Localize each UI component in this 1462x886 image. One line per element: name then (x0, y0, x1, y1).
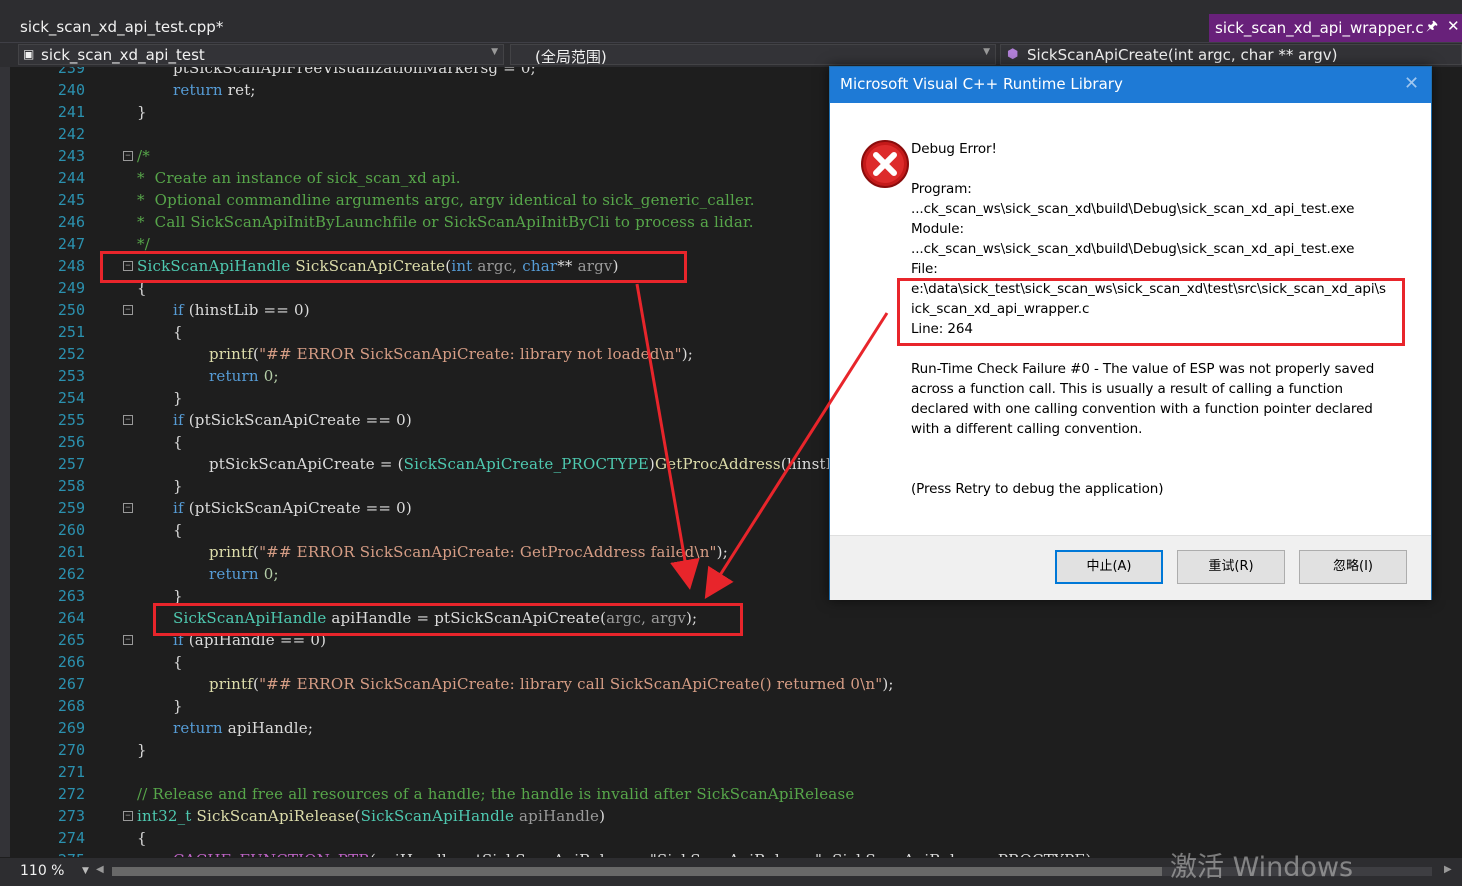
scrollbar-thumb[interactable] (112, 867, 1162, 876)
zoom-level: 110 % (20, 863, 65, 879)
arrow-dialog-to-call (704, 312, 889, 600)
scroll-right-icon[interactable]: ▶ (1444, 864, 1452, 875)
annotation-arrows (635, 283, 889, 600)
scroll-left-icon[interactable]: ◀ (96, 864, 104, 875)
arrow-signature-to-call (635, 283, 700, 590)
activation-watermark: 激活 Windows (1170, 852, 1354, 883)
zoom-dropdown[interactable]: 110 % ▼ (4, 863, 90, 881)
chevron-down-icon: ▼ (82, 866, 89, 876)
